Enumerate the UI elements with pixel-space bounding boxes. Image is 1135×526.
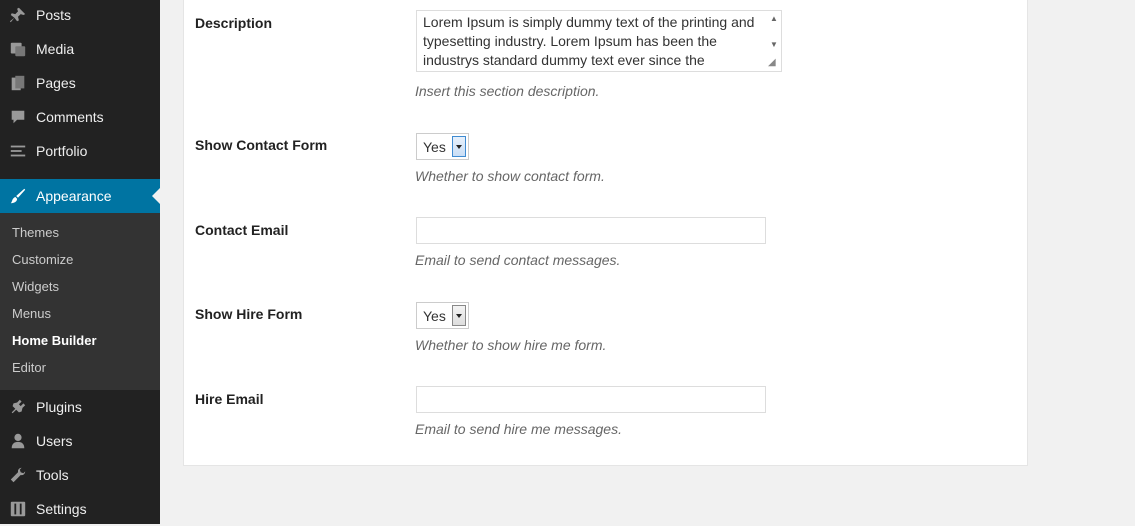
settings-icon bbox=[8, 499, 28, 519]
submenu-item-editor[interactable]: Editor bbox=[12, 358, 46, 378]
comment-icon bbox=[8, 107, 28, 127]
menu-label: Users bbox=[36, 433, 73, 449]
hire-email-help: Email to send hire me messages. bbox=[415, 421, 622, 437]
show-contact-form-help: Whether to show contact form. bbox=[415, 168, 605, 184]
menu-label: Media bbox=[36, 41, 75, 57]
menu-item-portfolio[interactable]: Portfolio bbox=[0, 134, 160, 168]
submenu-item-menus[interactable]: Menus bbox=[12, 304, 51, 324]
appearance-submenu: Themes Customize Widgets Menus Home Buil… bbox=[0, 213, 160, 390]
portfolio-icon bbox=[8, 141, 28, 161]
contact-email-label: Contact Email bbox=[195, 222, 289, 238]
wrench-icon bbox=[8, 465, 28, 485]
select-value: Yes bbox=[423, 138, 446, 155]
select-value: Yes bbox=[423, 307, 446, 324]
admin-sidebar: Posts Media Pages Comments Portfolio App… bbox=[0, 0, 160, 524]
submenu-item-customize[interactable]: Customize bbox=[12, 250, 73, 270]
description-label: Description bbox=[195, 15, 273, 31]
menu-label: Pages bbox=[36, 75, 76, 91]
menu-item-tools[interactable]: Tools bbox=[0, 458, 160, 492]
description-help: Insert this section description. bbox=[415, 83, 600, 99]
contact-email-input[interactable] bbox=[416, 217, 766, 244]
chevron-down-icon bbox=[452, 305, 466, 326]
show-hire-form-select[interactable]: Yes bbox=[416, 302, 469, 329]
show-hire-form-help: Whether to show hire me form. bbox=[415, 337, 607, 353]
submenu-item-home-builder[interactable]: Home Builder bbox=[12, 331, 97, 351]
menu-item-pages[interactable]: Pages bbox=[0, 66, 160, 100]
plugin-icon bbox=[8, 397, 28, 417]
menu-label: Appearance bbox=[36, 188, 112, 204]
submenu-item-widgets[interactable]: Widgets bbox=[12, 277, 59, 297]
menu-item-media[interactable]: Media bbox=[0, 32, 160, 66]
hire-email-input[interactable] bbox=[416, 386, 766, 413]
resize-grip-icon[interactable]: ◢ bbox=[768, 57, 780, 69]
brush-icon bbox=[8, 186, 28, 206]
menu-label: Plugins bbox=[36, 399, 82, 415]
menu-item-comments[interactable]: Comments bbox=[0, 100, 160, 134]
menu-item-posts[interactable]: Posts bbox=[0, 0, 160, 32]
scroll-up-icon[interactable]: ▲ bbox=[767, 12, 781, 26]
user-icon bbox=[8, 431, 28, 451]
menu-item-settings[interactable]: Settings bbox=[0, 492, 160, 526]
contact-email-help: Email to send contact messages. bbox=[415, 252, 621, 268]
scroll-down-icon[interactable]: ▼ bbox=[767, 38, 781, 52]
show-contact-form-label: Show Contact Form bbox=[195, 137, 328, 153]
pin-icon bbox=[8, 5, 28, 25]
menu-item-plugins[interactable]: Plugins bbox=[0, 390, 160, 424]
menu-label: Tools bbox=[36, 467, 69, 483]
menu-label: Settings bbox=[36, 501, 87, 517]
hire-email-label: Hire Email bbox=[195, 391, 264, 407]
menu-label: Comments bbox=[36, 109, 104, 125]
menu-label: Posts bbox=[36, 7, 72, 23]
chevron-down-icon bbox=[452, 136, 466, 157]
menu-item-appearance[interactable]: Appearance bbox=[0, 179, 160, 213]
menu-label: Portfolio bbox=[36, 143, 88, 159]
show-hire-form-label: Show Hire Form bbox=[195, 306, 303, 322]
submenu-item-themes[interactable]: Themes bbox=[12, 223, 59, 243]
show-contact-form-select[interactable]: Yes bbox=[416, 133, 469, 160]
media-icon bbox=[8, 39, 28, 59]
pages-icon bbox=[8, 73, 28, 93]
description-textarea[interactable]: Lorem Ipsum is simply dummy text of the … bbox=[416, 10, 782, 72]
menu-item-users[interactable]: Users bbox=[0, 424, 160, 458]
